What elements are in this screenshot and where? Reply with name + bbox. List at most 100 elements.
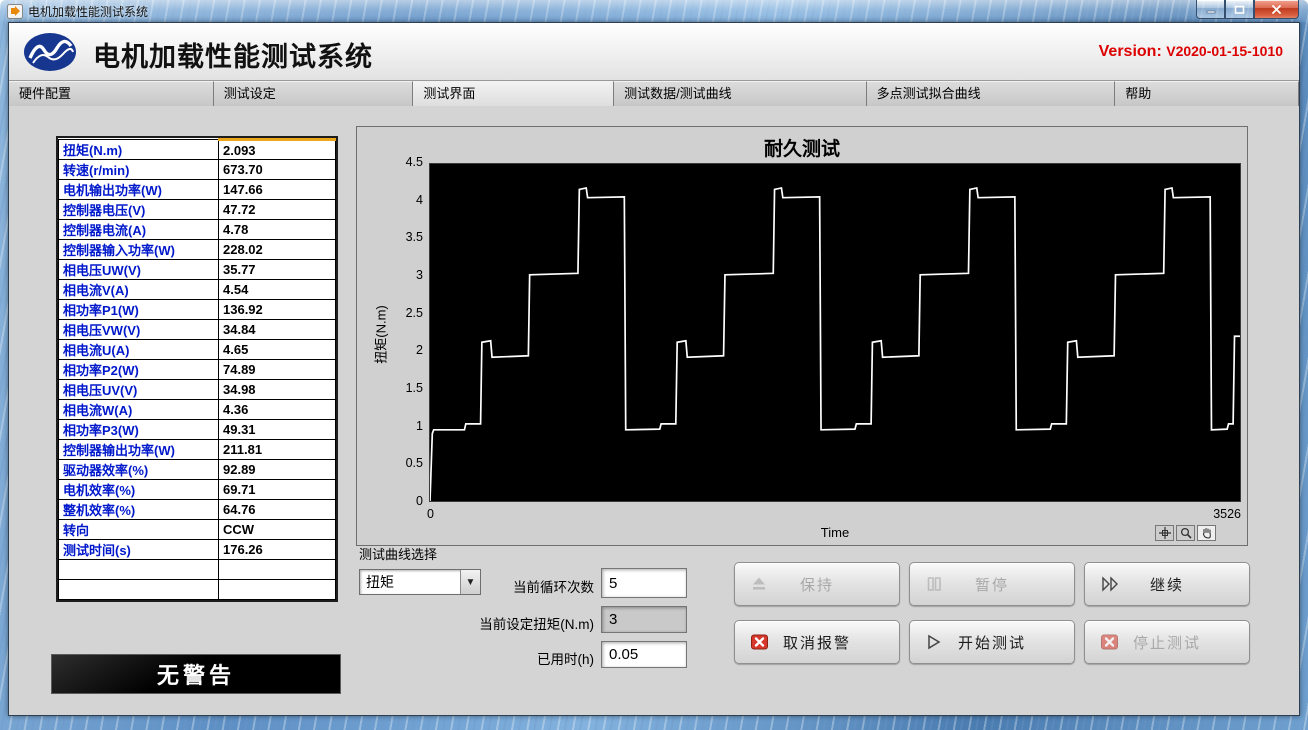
cycle-count-field: 5 [601,568,687,598]
param-value: 228.02 [219,240,336,260]
param-value: 4.36 [219,400,336,420]
param-value: 4.54 [219,280,336,300]
param-value: 211.81 [219,440,336,460]
param-value: 34.84 [219,320,336,340]
tab-item-5[interactable]: 多点测试拟合曲线 [867,81,1116,106]
parameter-table: 扭矩(N.m)2.093转速(r/min)673.70电机输出功率(W)147.… [56,136,338,602]
maximize-button[interactable] [1225,0,1254,19]
param-value: 92.89 [219,460,336,480]
param-name: 相电压VW(V) [59,320,219,340]
table-row: 相电流V(A)4.54 [59,280,336,300]
alarm-cancel-icon [751,635,768,650]
table-row: 控制器电流(A)4.78 [59,220,336,240]
param-value: CCW [219,520,336,540]
tab-item-2[interactable]: 测试设定 [214,81,414,106]
param-value: 34.98 [219,380,336,400]
y-tick-label: 0 [377,494,423,508]
tab-item-1[interactable]: 硬件配置 [9,81,214,106]
param-name: 相电流W(A) [59,400,219,420]
window-titlebar[interactable]: 电机加载性能测试系统 [0,0,1308,22]
cycle-count-label: 当前循环次数 [424,576,594,596]
close-button[interactable] [1254,0,1299,19]
table-row: 控制器输出功率(W)211.81 [59,440,336,460]
y-tick-label: 4.5 [377,155,423,169]
table-row: 电机效率(%)69.71 [59,480,336,500]
y-tick-label: 1 [377,419,423,433]
cursor-crosshair-tool-icon[interactable] [1155,525,1174,541]
y-tick-label: 4 [377,193,423,207]
endurance-chart: 耐久测试 扭矩(N.m) 00.511.522.533.544.5 0 3526… [356,126,1248,546]
table-row: 相功率P2(W)74.89 [59,360,336,380]
param-name: 电机输出功率(W) [59,180,219,200]
continue-button[interactable]: 继续 [1084,562,1250,606]
cancel-alarm-button[interactable]: 取消报警 [734,620,900,664]
table-row: 转速(r/min)673.70 [59,160,336,180]
window-title: 电机加载性能测试系统 [28,3,148,20]
param-name: 相功率P2(W) [59,360,219,380]
param-value: 47.72 [219,200,336,220]
param-name: 转向 [59,520,219,540]
elapsed-time-label: 已用时(h) [424,648,594,668]
warning-banner: 无警告 [51,654,341,694]
table-row [59,560,336,580]
company-logo-icon [23,31,77,78]
table-row: 控制器输入功率(W)228.02 [59,240,336,260]
param-value: 147.66 [219,180,336,200]
table-row: 转向CCW [59,520,336,540]
param-name: 控制器输入功率(W) [59,240,219,260]
param-name: 电机效率(%) [59,480,219,500]
table-row: 整机效率(%)64.76 [59,500,336,520]
plot-area[interactable] [429,163,1241,502]
table-row [59,580,336,600]
param-value [219,560,336,580]
param-value: 35.77 [219,260,336,280]
param-name [59,560,219,580]
y-tick-label: 3 [377,268,423,282]
table-row: 控制器电压(V)47.72 [59,200,336,220]
x-axis-label: Time [429,525,1241,540]
param-value: 64.76 [219,500,336,520]
param-name: 驱动器效率(%) [59,460,219,480]
param-name: 相电流V(A) [59,280,219,300]
param-name [59,580,219,600]
set-torque-field: 3 [601,606,687,633]
table-row: 驱动器效率(%)92.89 [59,460,336,480]
minimize-button[interactable] [1196,0,1225,19]
param-value: 136.92 [219,300,336,320]
param-name: 转速(r/min) [59,160,219,180]
table-row: 相电压UV(V)34.98 [59,380,336,400]
torque-curve [430,188,1240,501]
eject-icon [751,577,767,592]
tab-bar: 硬件配置测试设定测试界面测试数据/测试曲线多点测试拟合曲线帮助 [9,81,1299,106]
app-frame: 电机加载性能测试系统 Version: V2020-01-15-1010 硬件配… [8,22,1300,716]
param-name: 控制器输出功率(W) [59,440,219,460]
x-tick-label: 3526 [1181,507,1241,521]
table-row: 电机输出功率(W)147.66 [59,180,336,200]
start-test-button[interactable]: 开始测试 [909,620,1075,664]
param-value: 69.71 [219,480,336,500]
tab-item-3[interactable]: 测试界面 [413,81,614,106]
param-value: 74.89 [219,360,336,380]
set-torque-label: 当前设定扭矩(N.m) [424,613,594,633]
hold-button[interactable]: 保持 [734,562,900,606]
pause-button[interactable]: 暂停 [909,562,1075,606]
param-name: 扭矩(N.m) [59,140,219,160]
param-value: 673.70 [219,160,336,180]
tab-item-4[interactable]: 测试数据/测试曲线 [614,81,867,106]
version-info: Version: V2020-01-15-1010 [1099,43,1283,61]
test-interface-panel: 扭矩(N.m)2.093转速(r/min)673.70电机输出功率(W)147.… [9,106,1299,715]
param-value: 176.26 [219,540,336,560]
table-row: 相电压UW(V)35.77 [59,260,336,280]
param-value: 4.78 [219,220,336,240]
zoom-tool-icon[interactable] [1176,525,1195,541]
pan-hand-tool-icon[interactable] [1197,525,1216,541]
y-axis-label: 扭矩(N.m) [371,290,390,380]
curve-select-label: 测试曲线选择 [359,544,437,563]
window-controls [1196,0,1299,19]
elapsed-time-field: 0.05 [601,641,687,668]
app-header: 电机加载性能测试系统 Version: V2020-01-15-1010 [9,23,1299,81]
tab-item-6[interactable]: 帮助 [1115,81,1299,106]
table-row: 扭矩(N.m)2.093 [59,140,336,160]
stop-test-button[interactable]: 停止测试 [1084,620,1250,664]
table-row: 相电流W(A)4.36 [59,400,336,420]
